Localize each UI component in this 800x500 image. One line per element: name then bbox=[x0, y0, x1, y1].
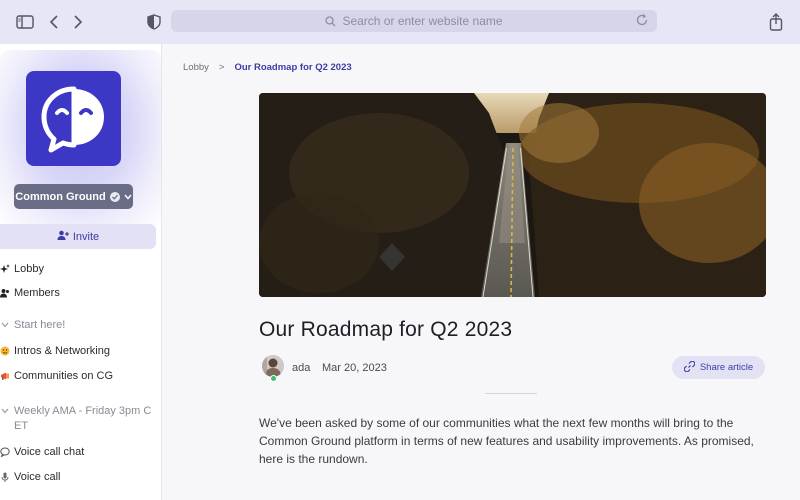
browser-toolbar: Search or enter website name bbox=[0, 0, 800, 44]
people-icon bbox=[0, 288, 10, 298]
breadcrumb-separator: > bbox=[218, 62, 225, 73]
sidebar-item-voice-call-chat[interactable]: Voice call chat bbox=[0, 446, 84, 458]
breadcrumb: Lobby > Our Roadmap for Q2 2023 bbox=[183, 62, 352, 73]
chat-bubble-icon bbox=[0, 447, 10, 457]
sidebar-toggle-icon[interactable] bbox=[14, 11, 36, 33]
forest-road-photo bbox=[259, 93, 766, 297]
sparkles-icon bbox=[0, 264, 10, 274]
share-icon[interactable] bbox=[765, 11, 787, 33]
author-name[interactable]: ada bbox=[292, 362, 310, 374]
sidebar-group-label: Start here! bbox=[14, 319, 66, 331]
back-icon[interactable] bbox=[43, 11, 65, 33]
share-article-label: Share article bbox=[699, 362, 754, 373]
community-logo[interactable] bbox=[26, 71, 121, 166]
article-view: Lobby > Our Roadmap for Q2 2023 Our Road… bbox=[163, 44, 800, 500]
link-icon bbox=[683, 360, 696, 375]
breadcrumb-current: Our Roadmap for Q2 2023 bbox=[234, 62, 352, 73]
invite-label: Invite bbox=[72, 230, 100, 243]
sidebar-item-communities-on-cg[interactable]: Communities on CG bbox=[0, 370, 113, 382]
hugging-face-emoji-icon bbox=[0, 346, 10, 356]
reload-icon[interactable] bbox=[635, 13, 649, 27]
article-title: Our Roadmap for Q2 2023 bbox=[259, 318, 513, 341]
section-divider bbox=[485, 393, 537, 394]
community-sidebar: Common Ground Invite Lobby Members Start… bbox=[0, 44, 162, 500]
community-switcher-button[interactable]: Common Ground bbox=[14, 184, 133, 209]
search-icon bbox=[325, 15, 336, 27]
chevron-down-icon bbox=[0, 408, 10, 414]
sidebar-item-label: Members bbox=[14, 287, 60, 299]
chevron-down-icon bbox=[124, 191, 132, 203]
microphone-icon bbox=[0, 472, 10, 482]
online-status-indicator bbox=[270, 375, 277, 382]
chevron-down-icon bbox=[0, 322, 10, 328]
sidebar-item-voice-call[interactable]: Voice call bbox=[0, 471, 60, 483]
breadcrumb-lobby-link[interactable]: Lobby bbox=[183, 62, 209, 73]
sidebar-item-intros-networking[interactable]: Intros & Networking bbox=[0, 345, 110, 357]
sidebar-item-label: Voice call chat bbox=[14, 446, 85, 458]
sidebar-item-lobby[interactable]: Lobby bbox=[0, 263, 44, 275]
community-name: Common Ground bbox=[15, 190, 106, 203]
address-placeholder: Search or enter website name bbox=[342, 14, 503, 28]
megaphone-emoji-icon bbox=[0, 371, 10, 381]
author-avatar[interactable] bbox=[262, 355, 284, 377]
add-user-icon bbox=[57, 230, 69, 243]
sidebar-item-label: Lobby bbox=[14, 263, 44, 275]
sidebar-item-members[interactable]: Members bbox=[0, 287, 60, 299]
verified-icon bbox=[109, 191, 120, 202]
privacy-shield-icon[interactable] bbox=[143, 11, 165, 33]
address-bar[interactable]: Search or enter website name bbox=[171, 10, 657, 32]
sidebar-item-label: Communities on CG bbox=[14, 370, 114, 382]
publish-date: Mar 20, 2023 bbox=[322, 362, 387, 374]
forward-icon[interactable] bbox=[67, 11, 89, 33]
common-ground-logo-icon bbox=[41, 86, 104, 152]
sidebar-item-label: Voice call bbox=[14, 471, 61, 483]
sidebar-item-label: Intros & Networking bbox=[14, 345, 110, 357]
sidebar-group-label: Weekly AMA - Friday 3pm C ET bbox=[14, 405, 152, 432]
article-hero-image bbox=[259, 93, 766, 297]
share-article-button[interactable]: Share article bbox=[672, 356, 765, 379]
article-body: We've been asked by some of our communit… bbox=[259, 416, 754, 466]
sidebar-group-start-here[interactable]: Start here! bbox=[0, 319, 65, 331]
sidebar-group-weekly-ama[interactable]: Weekly AMA - Friday 3pm C ET bbox=[0, 404, 161, 434]
invite-button[interactable]: Invite bbox=[0, 224, 156, 249]
